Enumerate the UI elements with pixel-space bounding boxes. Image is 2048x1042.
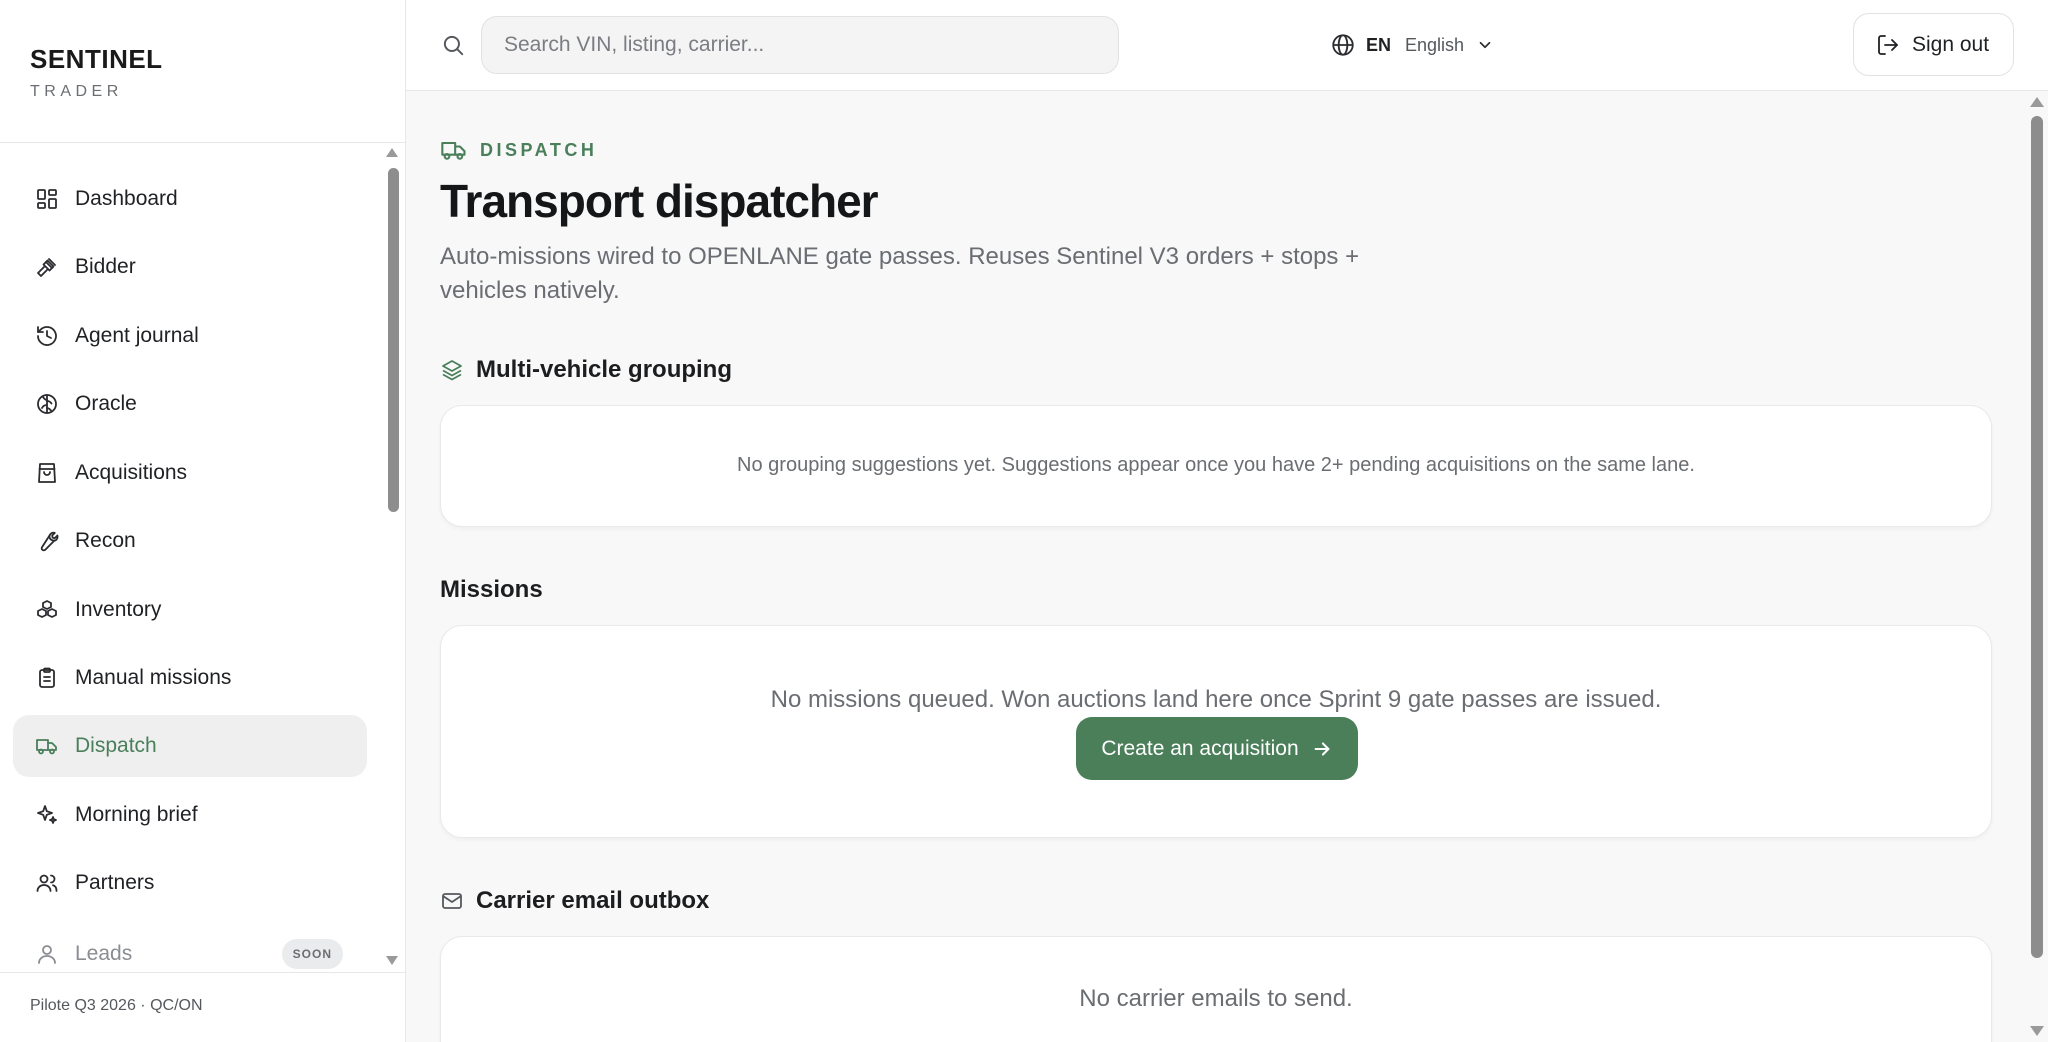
section-title: Missions xyxy=(440,576,543,603)
sidebar-scroll-up-arrow[interactable] xyxy=(386,148,398,157)
section-header-missions: Missions xyxy=(440,576,543,604)
mail-icon xyxy=(440,889,464,913)
search-icon xyxy=(440,32,466,58)
main-scrollbar-thumb[interactable] xyxy=(2031,116,2043,958)
brain-icon xyxy=(35,392,59,416)
log-out-icon xyxy=(1876,33,1900,57)
sign-out-label: Sign out xyxy=(1912,32,1990,56)
create-acquisition-label: Create an acquisition xyxy=(1101,736,1299,760)
shopping-bag-icon xyxy=(35,461,59,485)
soon-badge: SOON xyxy=(281,939,343,969)
history-icon xyxy=(35,324,59,348)
sidebar-item-label: Bidder xyxy=(75,255,136,278)
grouping-empty-text: No grouping suggestions yet. Suggestions… xyxy=(737,454,1695,476)
top-bar: EN English Sign out xyxy=(406,0,2048,91)
user-icon xyxy=(35,942,59,966)
sparkles-icon xyxy=(35,803,59,827)
page-title: Transport dispatcher xyxy=(440,175,879,227)
search-input[interactable] xyxy=(481,16,1119,74)
sidebar-footer: Pilote Q3 2026 · QC/ON xyxy=(0,972,405,1042)
dashboard-icon xyxy=(35,187,59,211)
sidebar-item-label: Morning brief xyxy=(75,803,198,826)
section-title: Carrier email outbox xyxy=(476,887,710,914)
section-title: Multi-vehicle grouping xyxy=(476,356,732,383)
create-acquisition-button[interactable]: Create an acquisition xyxy=(1076,717,1358,780)
language-name: English xyxy=(1405,34,1465,55)
missions-empty-text: No missions queued. Won auctions land he… xyxy=(770,686,1662,713)
sidebar-item-bidder[interactable]: Bidder xyxy=(13,236,367,298)
language-selector[interactable]: EN English xyxy=(1330,30,1494,60)
sidebar-scroll-down-arrow[interactable] xyxy=(386,956,398,965)
sign-out-button[interactable]: Sign out xyxy=(1853,13,2014,76)
arrow-right-icon xyxy=(1311,738,1333,760)
brand-name: SENTINEL xyxy=(30,44,163,74)
divider xyxy=(0,142,405,143)
main-scroll-up-arrow[interactable] xyxy=(2030,97,2044,107)
sidebar: SENTINEL TRADER Dashboard Bidder Agent j… xyxy=(0,0,406,1042)
truck-icon xyxy=(440,136,468,164)
sidebar-item-label: Agent journal xyxy=(75,324,199,347)
gavel-icon xyxy=(35,255,59,279)
sidebar-item-label: Partners xyxy=(75,871,155,894)
clipboard-icon xyxy=(35,666,59,690)
main-scroll-down-arrow[interactable] xyxy=(2030,1026,2044,1036)
sidebar-item-label: Inventory xyxy=(75,598,162,621)
sidebar-item-label: Recon xyxy=(75,529,136,552)
sidebar-item-morning-brief[interactable]: Morning brief xyxy=(13,784,367,846)
sidebar-item-label: Acquisitions xyxy=(75,461,188,484)
language-code: EN xyxy=(1366,34,1392,55)
chevron-down-icon xyxy=(1476,36,1494,54)
sidebar-item-agent-journal[interactable]: Agent journal xyxy=(13,305,367,367)
sidebar-item-acquisitions[interactable]: Acquisitions xyxy=(13,442,367,504)
sidebar-item-inventory[interactable]: Inventory xyxy=(13,579,367,641)
section-header-grouping: Multi-vehicle grouping xyxy=(440,356,732,384)
page-description: Auto-missions wired to OPENLANE gate pas… xyxy=(440,243,1360,304)
sidebar-item-oracle[interactable]: Oracle xyxy=(13,373,367,435)
globe-icon xyxy=(1330,32,1356,58)
sidebar-item-dispatch[interactable]: Dispatch xyxy=(13,715,367,777)
outbox-empty-text: No carrier emails to send. xyxy=(1079,985,1353,1012)
outbox-card: No carrier emails to send. xyxy=(440,936,1992,1042)
layers-icon xyxy=(440,358,464,382)
truck-icon xyxy=(35,734,59,758)
sidebar-scrollbar-thumb[interactable] xyxy=(388,168,399,512)
sidebar-item-leads[interactable]: Leads SOON xyxy=(13,923,367,972)
section-header-outbox: Carrier email outbox xyxy=(440,887,709,915)
users-icon xyxy=(35,871,59,895)
sidebar-item-label: Dashboard xyxy=(75,187,178,210)
sidebar-nav: Dashboard Bidder Agent journal Oracle Ac… xyxy=(0,146,405,972)
sidebar-item-dashboard[interactable]: Dashboard xyxy=(13,168,367,230)
grouping-card: No grouping suggestions yet. Suggestions… xyxy=(440,405,1992,527)
boxes-icon xyxy=(35,598,59,622)
pilot-label: Pilote Q3 2026 · QC/ON xyxy=(30,997,203,1014)
sidebar-item-label: Manual missions xyxy=(75,666,232,689)
sidebar-item-recon[interactable]: Recon xyxy=(13,510,367,572)
sidebar-item-partners[interactable]: Partners xyxy=(13,852,367,914)
brand-logo[interactable]: SENTINEL TRADER xyxy=(30,44,163,101)
sidebar-item-label: Oracle xyxy=(75,392,137,415)
sidebar-item-label: Dispatch xyxy=(75,734,157,757)
sidebar-item-manual-missions[interactable]: Manual missions xyxy=(13,647,367,709)
sidebar-item-label: Leads xyxy=(75,942,133,965)
eyebrow-label: DISPATCH xyxy=(480,139,598,160)
wrench-icon xyxy=(35,529,59,553)
brand-subtitle: TRADER xyxy=(30,83,123,100)
page-eyebrow: DISPATCH xyxy=(440,136,597,164)
